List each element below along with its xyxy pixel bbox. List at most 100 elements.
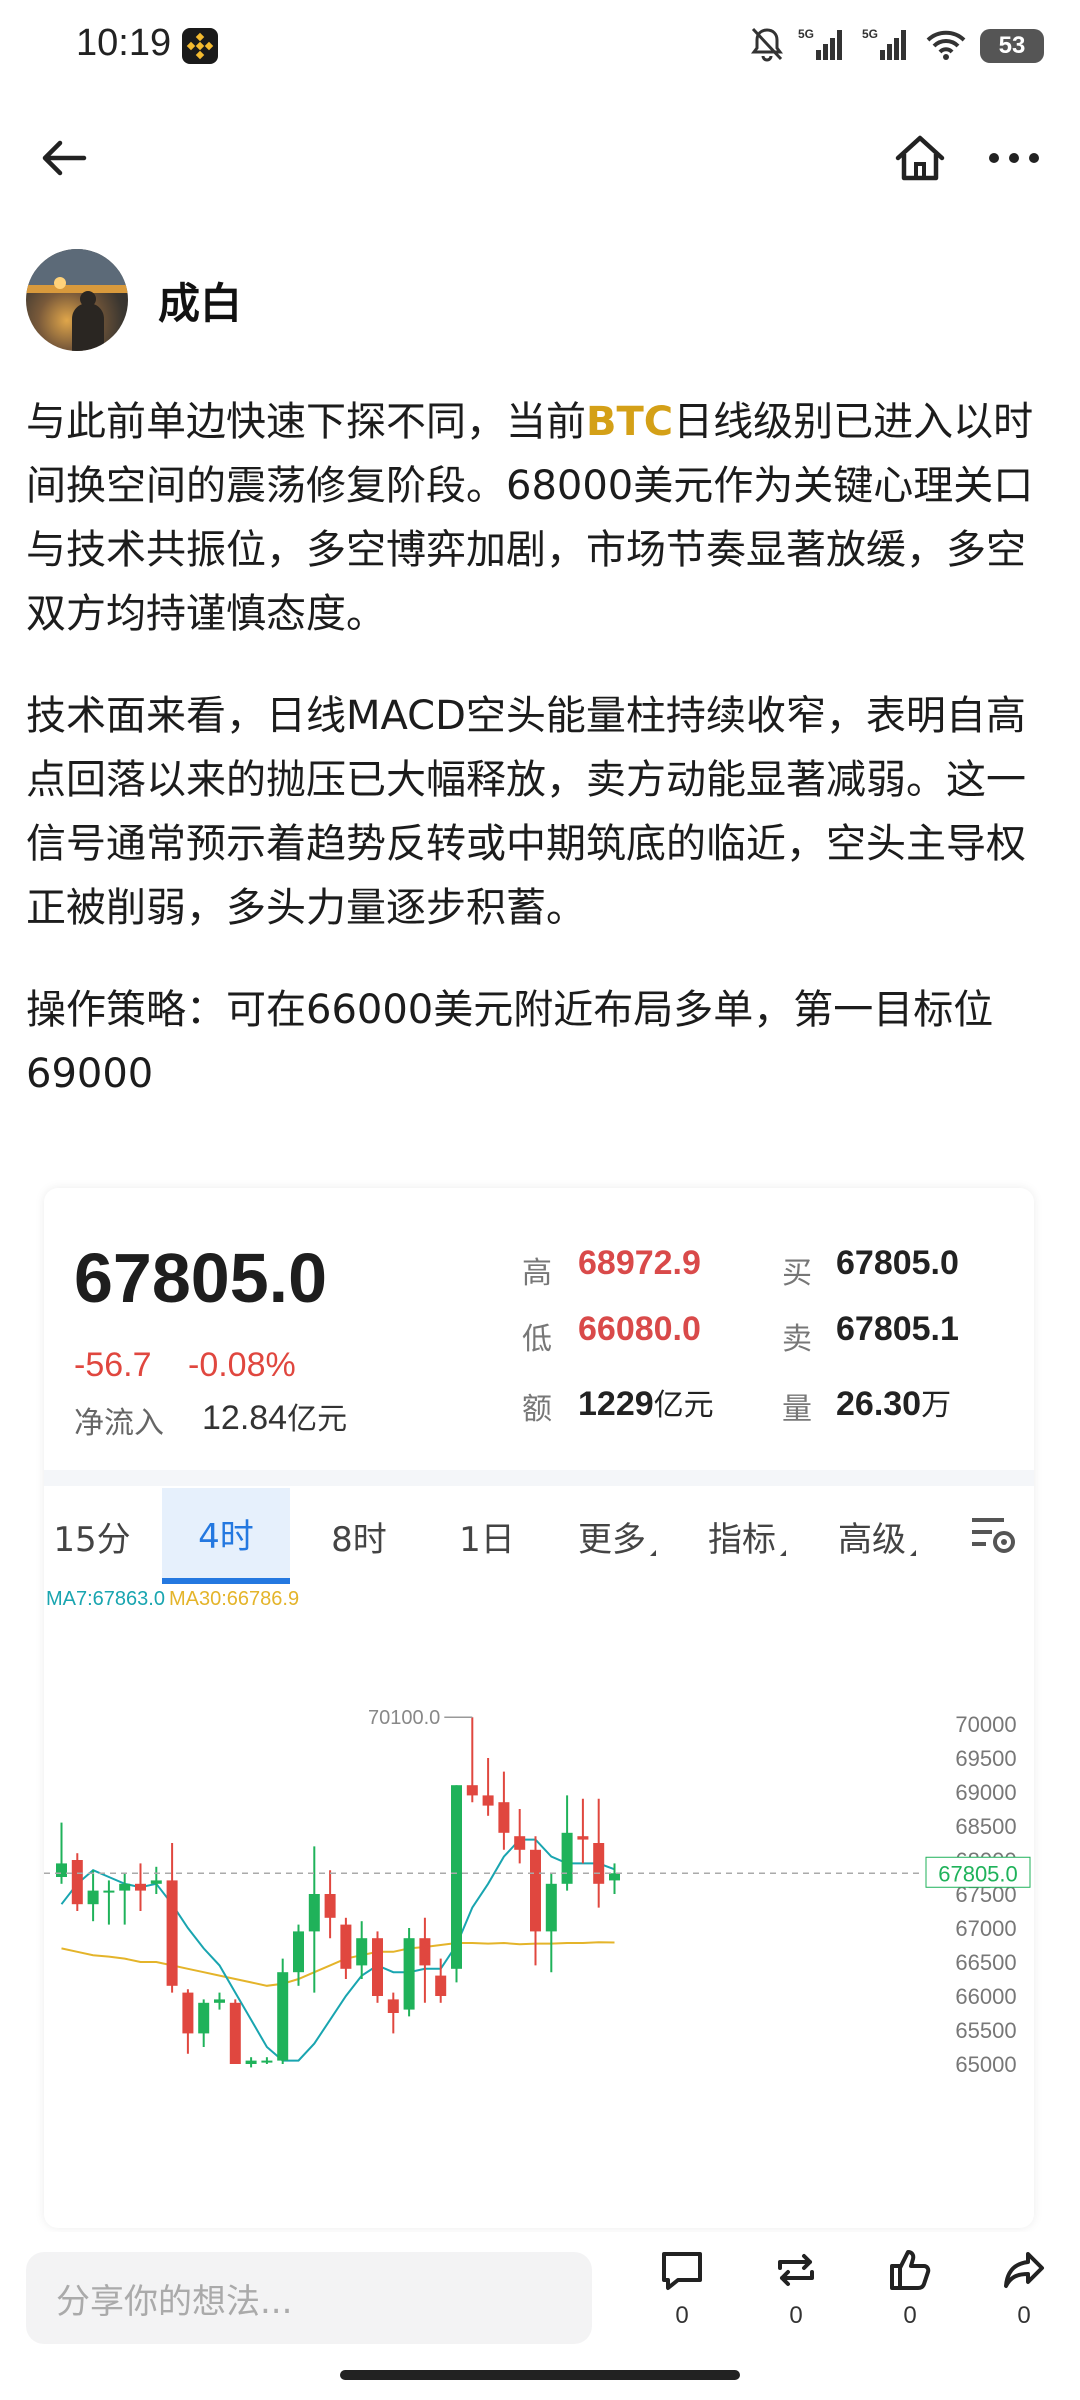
status-time: 10:19 xyxy=(76,22,172,64)
comment-button[interactable]: 0 xyxy=(642,2246,722,2330)
candle-body xyxy=(530,1849,541,1932)
comment-count: 0 xyxy=(675,2302,689,2329)
author-name[interactable]: 成白 xyxy=(158,270,242,331)
share-button[interactable]: 0 xyxy=(984,2246,1064,2330)
net-inflow-value: 12.84亿元 xyxy=(202,1399,348,1437)
candle-body xyxy=(482,1795,494,1806)
battery-indicator: 53 xyxy=(980,29,1044,63)
binance-logo-icon xyxy=(182,28,218,64)
tab-8h[interactable]: 8时 xyxy=(300,1488,418,1584)
sell-value: 67805.1 xyxy=(836,1310,959,1348)
candle-body xyxy=(514,1836,526,1850)
kline-chart[interactable]: 7000069500690006850068000675006700066500… xyxy=(44,1618,1034,2228)
candle-body xyxy=(356,1938,368,1966)
post-paragraph: 操作策略：可在66000美元附近布局多单，第一目标位69000 xyxy=(26,987,994,1097)
candle-body xyxy=(308,1894,320,1932)
like-icon xyxy=(886,2246,934,2298)
dropdown-caret-icon xyxy=(780,1550,786,1556)
dropdown-caret-icon xyxy=(650,1550,656,1556)
home-icon[interactable] xyxy=(892,132,948,184)
candle-body xyxy=(87,1890,99,1905)
candle-body xyxy=(577,1836,589,1840)
candle-body xyxy=(372,1938,383,1996)
y-tick-label: 65000 xyxy=(955,2052,1016,2077)
candle-body xyxy=(419,1938,431,1966)
candle-body xyxy=(71,1860,83,1905)
like-button[interactable]: 0 xyxy=(870,2246,950,2330)
avatar[interactable] xyxy=(26,249,128,351)
price-change-percent: -0.08% xyxy=(188,1346,296,1384)
tab-1d[interactable]: 1日 xyxy=(432,1488,542,1584)
y-tick-label: 66500 xyxy=(955,1950,1016,1975)
candle-body xyxy=(545,1883,557,1932)
candle-body xyxy=(466,1785,478,1796)
high-value: 68972.9 xyxy=(578,1244,701,1282)
candle-body xyxy=(498,1802,510,1833)
candle-body xyxy=(261,2060,273,2063)
divider xyxy=(44,1470,1034,1486)
candle-body xyxy=(293,1931,304,1973)
sell-label: 卖 xyxy=(782,1322,812,1357)
candle-body xyxy=(150,1880,162,1884)
buy-label: 买 xyxy=(782,1256,812,1291)
post-paragraph: 与此前单边快速下探不同，当前BTC日线级别已进入以时间换空间的震荡修复阶段。68… xyxy=(26,399,1034,637)
ma30-line xyxy=(61,1941,615,1987)
candle-body xyxy=(609,1873,620,1881)
like-count: 0 xyxy=(903,2302,917,2329)
home-indicator[interactable] xyxy=(340,2370,740,2380)
candle-body xyxy=(561,1832,573,1884)
y-tick-label: 67000 xyxy=(955,1916,1016,1941)
candle-body xyxy=(166,1880,178,1986)
buy-value: 67805.0 xyxy=(836,1244,959,1282)
comment-input[interactable]: 分享你的想法... xyxy=(26,2252,592,2344)
y-tick-label: 66000 xyxy=(955,1984,1016,2009)
market-card[interactable]: 67805.0 -56.7 -0.08% 净流入 12.84亿元 高 68972… xyxy=(44,1188,1034,2228)
tab-indicators[interactable]: 指标 xyxy=(684,1488,810,1584)
svg-text:5G: 5G xyxy=(798,27,814,41)
btc-highlight[interactable]: BTC xyxy=(586,399,673,445)
low-value: 66080.0 xyxy=(578,1310,701,1348)
repost-icon xyxy=(772,2246,820,2298)
author-row[interactable]: 成白 xyxy=(26,248,242,352)
candle-body xyxy=(277,1972,289,2061)
candle-body xyxy=(182,1992,194,2034)
y-tick-label: 65500 xyxy=(955,2018,1016,2043)
candle-body xyxy=(593,1843,605,1884)
mute-bell-icon xyxy=(750,26,784,66)
y-tick-label: 69000 xyxy=(955,1780,1016,1805)
tab-15m[interactable]: 15分 xyxy=(44,1488,140,1584)
status-icons: 5G 5G 53 xyxy=(750,24,1044,68)
volume-value: 26.30万 xyxy=(836,1385,952,1423)
ma7-legend: MA7:67863.0 xyxy=(46,1588,165,1610)
candle-body xyxy=(435,1975,447,1996)
signal-5g-icon: 5G xyxy=(798,26,848,66)
current-price-label: 67805.0 xyxy=(938,1861,1018,1886)
more-dots-icon[interactable] xyxy=(984,132,1044,184)
net-inflow-label: 净流入 xyxy=(74,1406,164,1441)
repost-count: 0 xyxy=(789,2302,803,2329)
wifi-icon xyxy=(926,26,966,66)
price-change: -56.7 xyxy=(74,1346,152,1384)
tab-more[interactable]: 更多 xyxy=(554,1488,680,1584)
dropdown-caret-icon xyxy=(910,1550,916,1556)
share-count: 0 xyxy=(1017,2302,1031,2329)
share-icon xyxy=(1000,2246,1048,2298)
y-tick-label: 70000 xyxy=(955,1712,1016,1737)
candle-body xyxy=(103,1890,115,1893)
chart-settings-icon[interactable] xyxy=(970,1512,1018,1558)
candle-body xyxy=(198,2002,210,2034)
candle-body xyxy=(245,2060,257,2064)
repost-button[interactable]: 0 xyxy=(756,2246,836,2330)
candle-body xyxy=(340,1924,352,1969)
candle-body xyxy=(119,1883,131,1891)
comment-bar: 分享你的想法... 0 0 0 0 xyxy=(0,2232,1080,2356)
back-arrow-icon[interactable] xyxy=(38,132,90,184)
candle-body xyxy=(214,1999,225,2003)
tab-4h[interactable]: 4时 xyxy=(162,1488,290,1584)
candle-body xyxy=(56,1863,67,1877)
low-label: 低 xyxy=(522,1322,552,1357)
tab-advanced[interactable]: 高级 xyxy=(814,1488,940,1584)
post-paragraph: 技术面来看，日线MACD空头能量柱持续收窄，表明自高点回落以来的抛压已大幅释放，… xyxy=(26,693,1026,931)
candle-body xyxy=(135,1883,146,1891)
status-bar: 10:19 5G 5G 53 xyxy=(0,0,1080,96)
